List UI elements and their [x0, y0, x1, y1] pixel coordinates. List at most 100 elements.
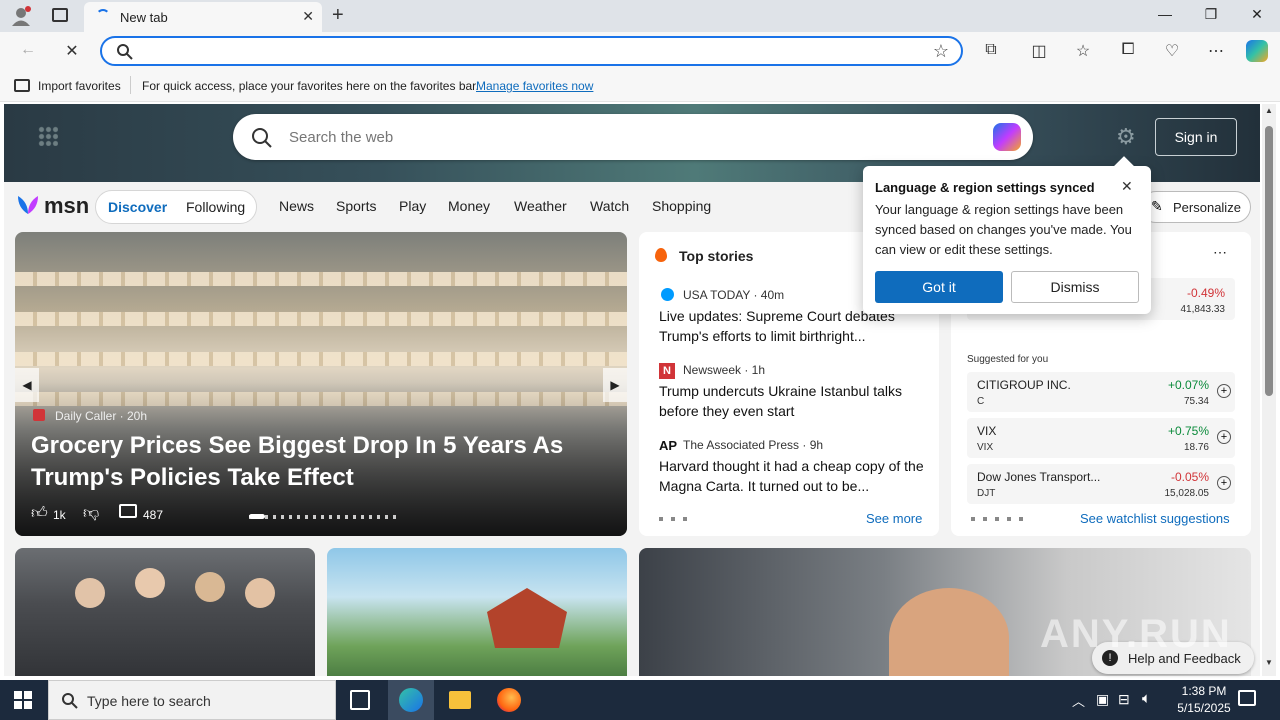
tab-new-tab[interactable]: New tab ✕: [84, 2, 322, 32]
performance-icon[interactable]: ♡: [1160, 41, 1184, 61]
import-favorites-button[interactable]: Import favorites: [38, 79, 121, 93]
nav-money[interactable]: Money: [448, 198, 490, 214]
scroll-up-icon[interactable]: ▲: [1265, 106, 1273, 115]
tray-device-icon[interactable]: ▣: [1096, 691, 1109, 708]
import-favorites-icon: [14, 79, 30, 92]
comment-count: 487: [143, 508, 164, 522]
extensions-icon[interactable]: ⧉: [979, 41, 1003, 59]
volume-icon[interactable]: 🔈︎: [1142, 690, 1151, 707]
add-stock-icon[interactable]: +: [1217, 384, 1231, 398]
stop-loading-icon[interactable]: ✕: [60, 41, 84, 61]
person-figure: [889, 588, 1009, 676]
hero-source[interactable]: Daily Caller · 20h: [55, 409, 147, 423]
price-value: 41,843.33: [1180, 304, 1226, 315]
carousel-dots[interactable]: [249, 515, 399, 519]
popup-close-icon[interactable]: ✕: [1121, 178, 1133, 195]
nav-watch[interactable]: Watch: [590, 198, 629, 214]
got-it-button[interactable]: Got it: [875, 271, 1003, 303]
stock-ticker: DJT: [977, 488, 996, 499]
restore-button[interactable]: ❐: [1196, 6, 1226, 23]
stock-row[interactable]: Dow Jones Transport... DJT -0.05% 15,028…: [967, 464, 1235, 504]
see-watchlist-suggestions-link[interactable]: See watchlist suggestions: [1080, 511, 1230, 526]
tab-discover[interactable]: Discover: [108, 199, 167, 215]
msn-logo[interactable]: msn: [16, 192, 89, 220]
nav-sports[interactable]: Sports: [336, 198, 376, 214]
hero-carousel[interactable]: ◀ ▶ Daily Caller · 20h Grocery Prices Se…: [15, 232, 627, 536]
game-card-image[interactable]: [327, 548, 627, 676]
story-headline[interactable]: Trump undercuts Ukraine Istanbul talks b…: [659, 381, 929, 421]
comment-icon[interactable]: [119, 504, 137, 518]
change-value: -0.49%: [1186, 286, 1225, 300]
scroll-down-icon[interactable]: ▼: [1265, 658, 1273, 667]
copilot-icon[interactable]: [1246, 40, 1268, 62]
nav-weather[interactable]: Weather: [514, 198, 567, 214]
apps-grid-icon[interactable]: [38, 126, 58, 146]
address-bar[interactable]: ☆: [100, 36, 963, 66]
scrollbar-thumb[interactable]: [1265, 126, 1273, 396]
person-figure: [195, 572, 225, 602]
copilot-icon[interactable]: [993, 123, 1021, 151]
tab-following[interactable]: Following: [186, 199, 245, 215]
start-windows-icon[interactable]: [14, 691, 32, 709]
search-icon: [117, 44, 133, 60]
tab-actions-icon[interactable]: [52, 8, 68, 22]
settings-gear-icon[interactable]: ⚙: [1116, 124, 1136, 150]
nav-play[interactable]: Play: [399, 198, 426, 214]
person-figure: [245, 578, 275, 608]
clock-time[interactable]: 1:38 PM: [1172, 684, 1236, 698]
personalize-button[interactable]: ✎ Personalize: [1140, 191, 1251, 223]
stock-row[interactable]: CITIGROUP INC. C +0.07% 75.34 +: [967, 372, 1235, 412]
tab-close-icon[interactable]: ✕: [302, 8, 314, 25]
task-view-icon[interactable]: [350, 690, 370, 710]
file-explorer-icon[interactable]: [449, 691, 471, 709]
dislike-icon[interactable]: 👎︎: [83, 504, 99, 523]
taskbar: Type here to search ︿ ▣ ⊟ 🔈︎ 1:38 PM 5/1…: [0, 680, 1280, 720]
back-icon[interactable]: ←: [16, 41, 40, 59]
more-menu-icon[interactable]: ⋯: [1204, 41, 1228, 61]
dismiss-button[interactable]: Dismiss: [1011, 271, 1139, 303]
collections-icon[interactable]: ⧠: [1116, 41, 1140, 59]
hero-headline[interactable]: Grocery Prices See Biggest Drop In 5 Yea…: [31, 430, 571, 494]
clock-date[interactable]: 5/15/2025: [1166, 701, 1242, 715]
close-window-button[interactable]: ✕: [1242, 6, 1272, 23]
like-count: 1k: [53, 508, 66, 522]
manage-favorites-link[interactable]: Manage favorites now: [476, 79, 593, 93]
person-figure: [135, 568, 165, 598]
add-stock-icon[interactable]: +: [1217, 430, 1231, 444]
carousel-prev-button[interactable]: ◀: [15, 368, 39, 402]
page-scrollbar[interactable]: ▲ ▼: [1262, 104, 1276, 676]
story-headline[interactable]: Harvard thought it had a cheap copy of t…: [659, 456, 929, 496]
notification-icon[interactable]: [1238, 690, 1256, 706]
nav-shopping[interactable]: Shopping: [652, 198, 711, 214]
profile-icon[interactable]: [10, 6, 32, 26]
web-search-box[interactable]: Search the web: [233, 114, 1033, 160]
stock-name: Dow Jones Transport...: [977, 470, 1101, 484]
carousel-next-button[interactable]: ▶: [603, 368, 627, 402]
stock-change: -0.05%: [1170, 470, 1209, 484]
pager-dots[interactable]: [659, 517, 689, 521]
sign-in-button[interactable]: Sign in: [1155, 118, 1237, 156]
taskbar-search[interactable]: Type here to search: [48, 680, 336, 720]
stock-row[interactable]: VIX VIX +0.75% 18.76 +: [967, 418, 1235, 458]
tray-chevron-icon[interactable]: ︿: [1072, 691, 1085, 710]
story-source: The Associated Press · 9h: [683, 438, 824, 452]
favorite-star-icon[interactable]: ☆: [933, 41, 949, 62]
minimize-button[interactable]: —: [1150, 6, 1180, 22]
split-screen-icon[interactable]: ◫: [1027, 41, 1051, 61]
add-stock-icon[interactable]: +: [1217, 476, 1231, 490]
more-options-icon[interactable]: ⋯: [1213, 244, 1227, 261]
pager-dots[interactable]: [971, 517, 1023, 521]
nav-news[interactable]: News: [279, 198, 314, 214]
newsweek-logo-icon: N: [659, 363, 675, 379]
edge-taskbar-button[interactable]: [388, 680, 434, 720]
firefox-icon[interactable]: [497, 688, 521, 712]
stock-change: +0.07%: [1167, 378, 1209, 392]
like-icon[interactable]: 👍︎: [31, 504, 48, 523]
news-card-image[interactable]: [15, 548, 315, 676]
taskbar-search-placeholder: Type here to search: [87, 693, 211, 709]
network-icon[interactable]: ⊟: [1118, 691, 1130, 708]
new-tab-button[interactable]: +: [332, 4, 344, 27]
pagoda-shape: [487, 588, 567, 648]
see-more-link[interactable]: See more: [866, 511, 922, 526]
favorites-icon[interactable]: ☆: [1071, 41, 1095, 61]
